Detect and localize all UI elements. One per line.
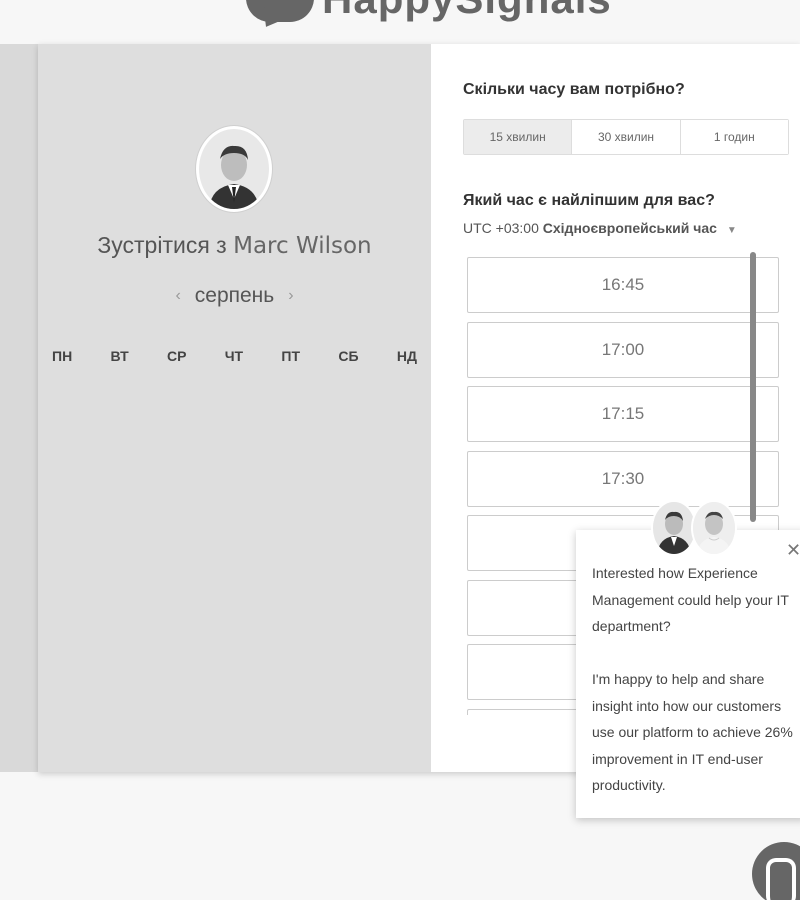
weekday-wed: СР — [166, 348, 187, 364]
weekday-header: ПН ВТ СР ЧТ ПТ СБ НД — [52, 348, 417, 364]
chat-message-2: I'm happy to help and share insight into… — [592, 671, 793, 793]
month-navigator: ‹ серпень › — [38, 284, 431, 308]
background-strip — [0, 44, 38, 772]
chat-launcher-button[interactable] — [752, 842, 800, 900]
duration-question: Скільки часу вам потрібно? — [463, 81, 685, 98]
chevron-left-icon[interactable]: ‹ — [175, 287, 180, 305]
duration-selector: 15 хвилин 30 хвилин 1 годин — [463, 119, 789, 155]
logo-text: HappySignals — [322, 0, 612, 20]
chat-message-1: Interested how Experience Management cou… — [592, 565, 789, 634]
timezone-name: Східноєвропейський час — [542, 220, 717, 236]
timezone-offset: UTC +03:00 — [463, 220, 539, 236]
weekday-mon: ПН — [52, 348, 73, 364]
time-slot[interactable]: 16:45 — [467, 257, 779, 313]
slot-list-scrollbar[interactable] — [750, 252, 756, 522]
duration-60-button[interactable]: 1 годин — [680, 120, 788, 154]
duration-30-button[interactable]: 30 хвилин — [572, 120, 681, 154]
meet-prefix: Зустрітися з — [97, 232, 227, 258]
weekday-sun: НД — [396, 348, 417, 364]
chevron-right-icon[interactable]: › — [288, 287, 293, 305]
weekday-fri: ПТ — [281, 348, 301, 364]
caret-down-icon: ▼ — [726, 225, 737, 236]
timezone-selector[interactable]: UTC +03:00 Східноєвропейський час ▼ — [463, 220, 737, 236]
host-name: Marc Wilson — [233, 233, 372, 259]
duration-15-button[interactable]: 15 хвилин — [464, 120, 573, 154]
host-avatar — [196, 126, 272, 212]
time-question: Який час є найліпшим для вас? — [463, 192, 715, 209]
close-icon[interactable]: ✕ — [786, 540, 800, 561]
time-slot[interactable]: 17:30 — [467, 450, 779, 507]
chat-agent-avatar — [691, 500, 737, 556]
time-slot[interactable]: 17:15 — [467, 386, 779, 442]
month-label: серпень — [194, 284, 275, 307]
chat-bubble-icon — [766, 858, 796, 900]
chat-popup[interactable]: Interested how Experience Management cou… — [576, 530, 800, 818]
time-slot[interactable]: 17:00 — [467, 321, 779, 378]
chat-agent-avatars — [651, 500, 737, 558]
weekday-tue: ВТ — [110, 348, 129, 364]
weekday-thu: ЧТ — [224, 348, 244, 364]
weekday-sat: СБ — [338, 348, 359, 364]
meet-title: Зустрітися з Marc Wilson — [38, 232, 431, 259]
chat-message: Interested how Experience Management cou… — [592, 560, 800, 825]
brand-logo: HappySignals — [246, 0, 612, 33]
host-calendar-panel: Зустрітися з Marc Wilson ‹ серпень › ПН … — [38, 44, 431, 772]
logo-speech-bubble-icon — [246, 0, 314, 33]
